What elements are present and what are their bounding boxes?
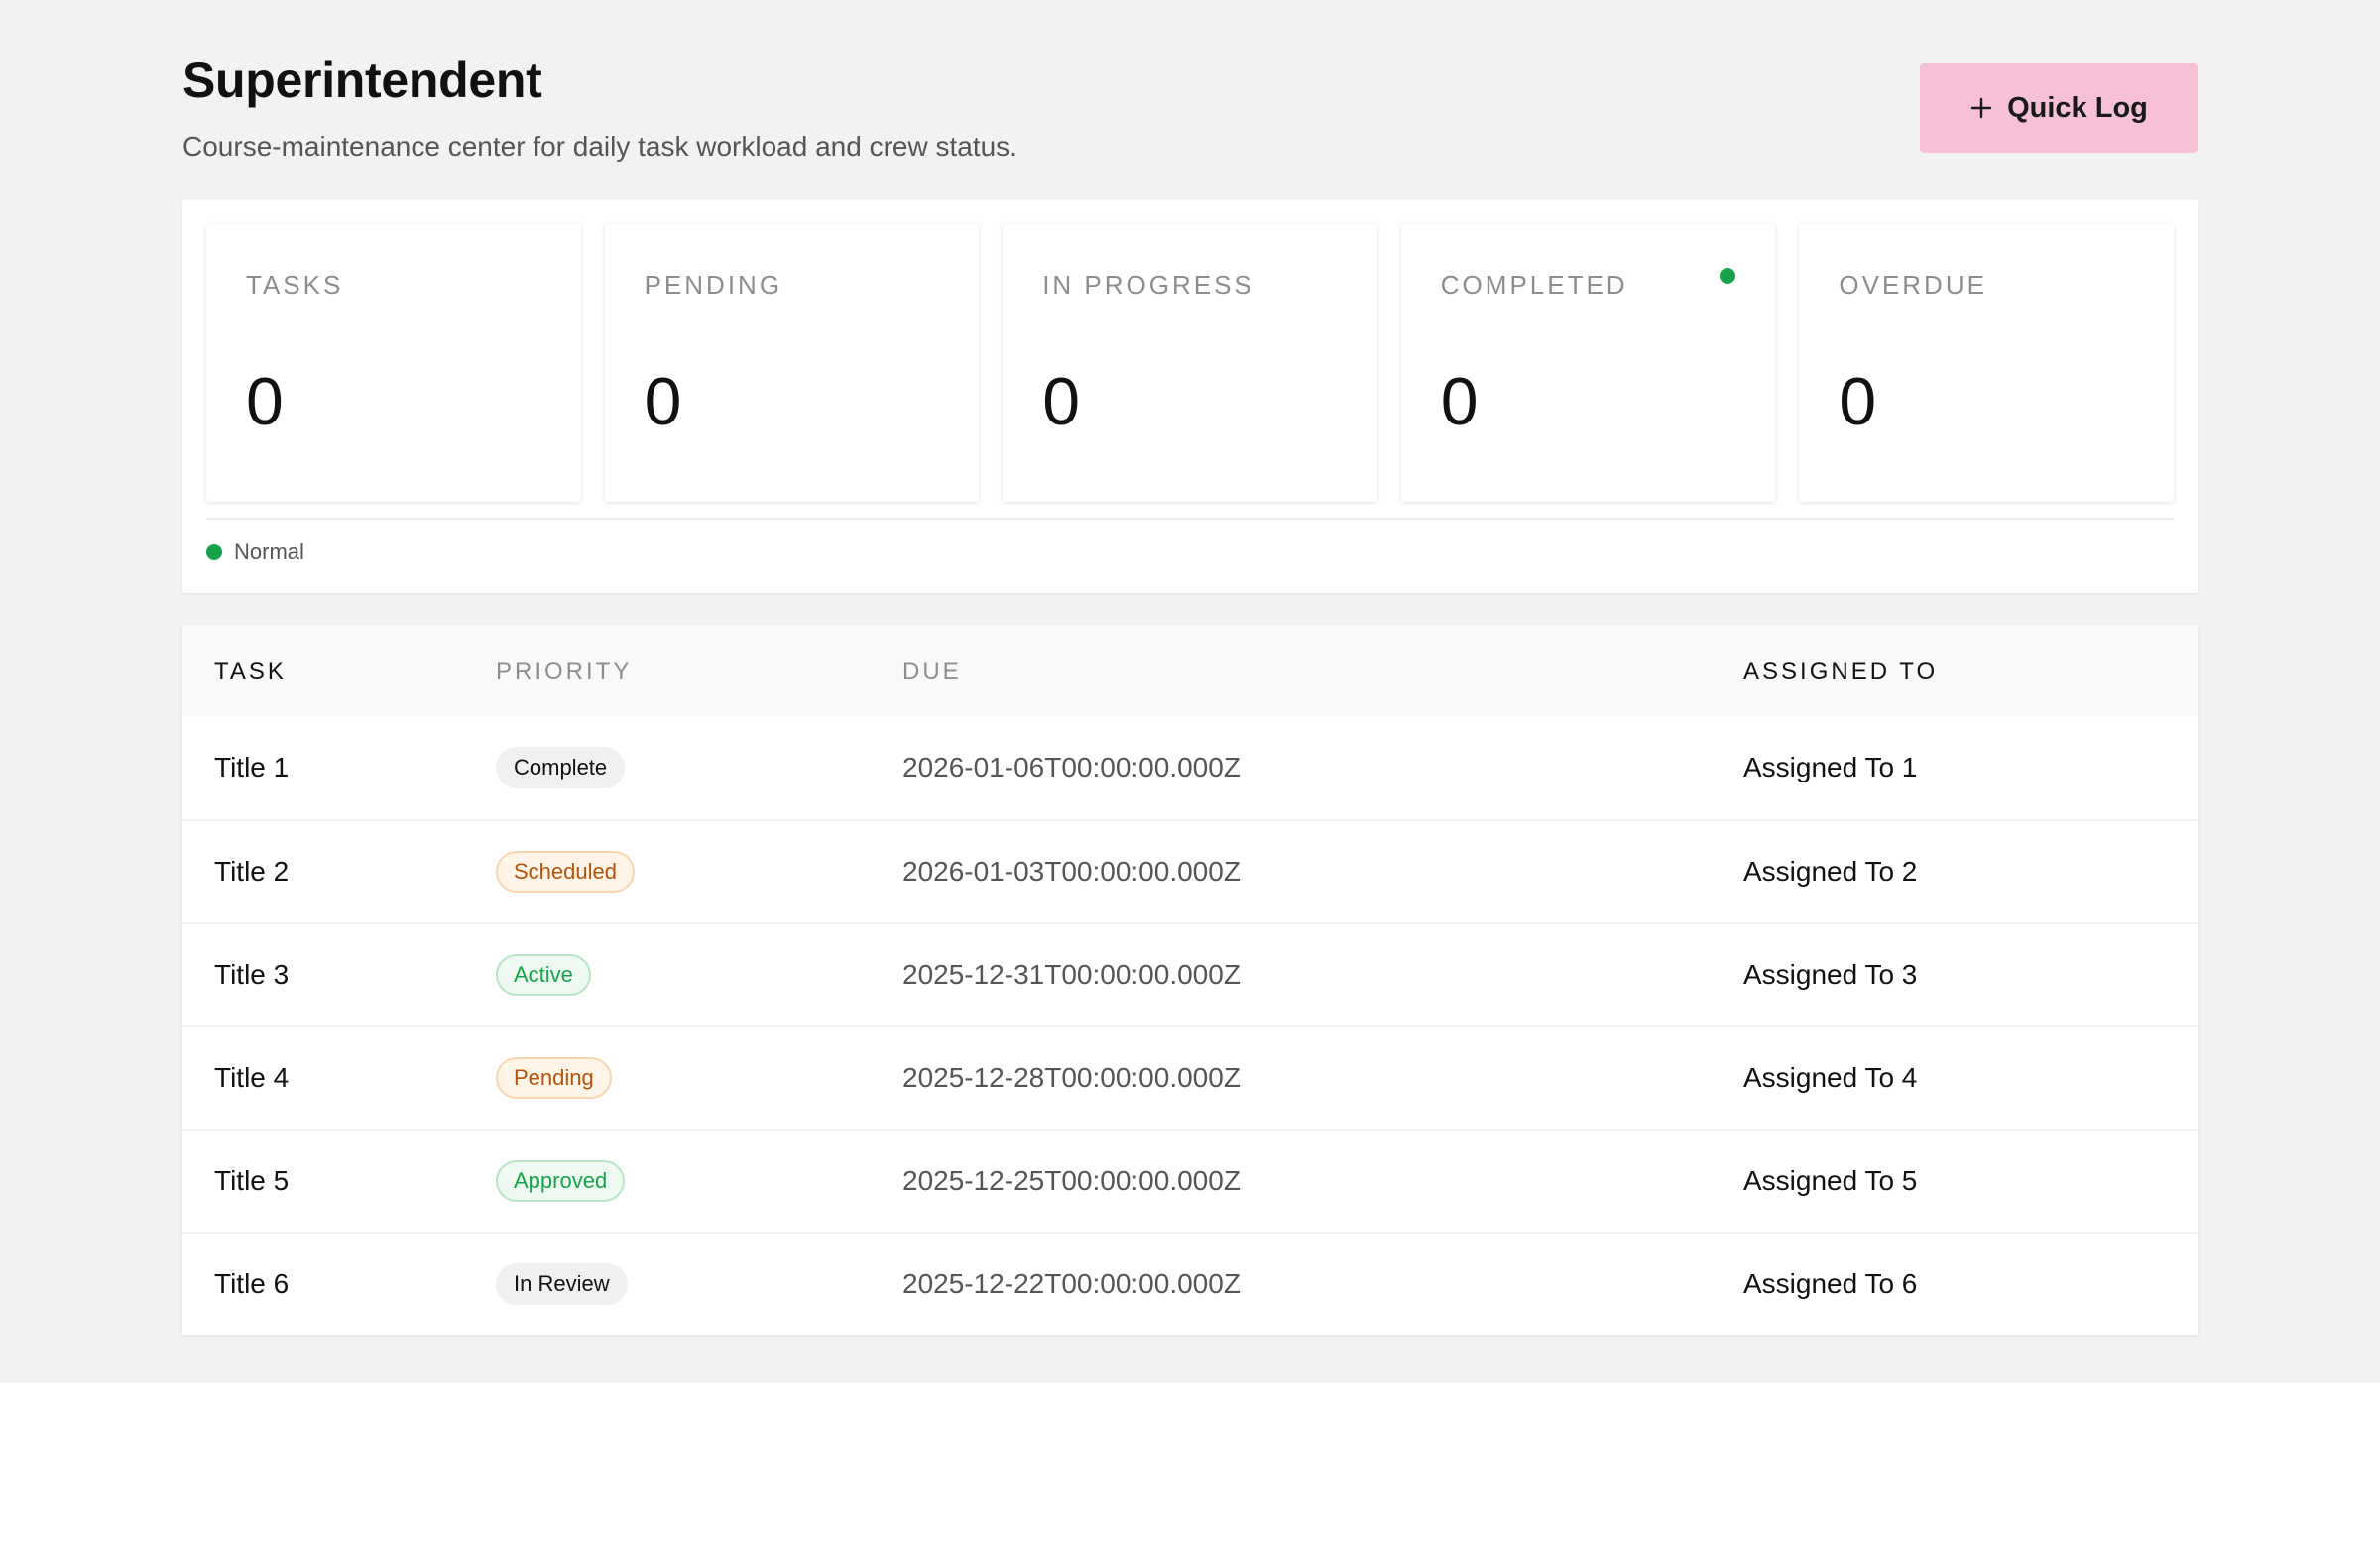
status-legend: Normal bbox=[206, 540, 304, 565]
stat-value: 0 bbox=[246, 364, 284, 439]
due-cell: 2026-01-06T00:00:00.000Z bbox=[902, 752, 1241, 782]
stat-card-in-progress: IN PROGRESS 0 bbox=[1003, 224, 1377, 502]
priority-cell: In Review bbox=[496, 1263, 628, 1305]
divider bbox=[206, 518, 2174, 520]
table-header: TASK PRIORITY DUE ASSIGNED TO bbox=[182, 625, 2198, 716]
table-row[interactable]: Title 4 Pending 2025-12-28T00:00:00.000Z… bbox=[182, 1025, 2198, 1129]
stat-label: OVERDUE bbox=[1839, 270, 1987, 300]
due-cell: 2025-12-22T00:00:00.000Z bbox=[902, 1268, 1241, 1299]
table-row[interactable]: Title 5 Approved 2025-12-25T00:00:00.000… bbox=[182, 1129, 2198, 1232]
due-cell: 2026-01-03T00:00:00.000Z bbox=[902, 856, 1241, 887]
column-header-priority[interactable]: PRIORITY bbox=[496, 659, 632, 686]
priority-badge: Scheduled bbox=[496, 851, 635, 893]
priority-cell: Pending bbox=[496, 1057, 612, 1099]
column-header-task[interactable]: TASK bbox=[214, 659, 287, 686]
stat-value: 0 bbox=[1440, 364, 1479, 439]
due-cell: 2025-12-31T00:00:00.000Z bbox=[902, 959, 1241, 990]
table-row[interactable]: Title 2 Scheduled 2026-01-03T00:00:00.00… bbox=[182, 819, 2198, 922]
priority-cell: Approved bbox=[496, 1160, 626, 1202]
table-row[interactable]: Title 1 Complete 2026-01-06T00:00:00.000… bbox=[182, 716, 2198, 819]
task-cell: Title 3 bbox=[214, 959, 290, 990]
table-row[interactable]: Title 3 Active 2025-12-31T00:00:00.000Z … bbox=[182, 922, 2198, 1025]
table-body: Title 1 Complete 2026-01-06T00:00:00.000… bbox=[182, 716, 2198, 1335]
stat-value: 0 bbox=[1839, 364, 1877, 439]
task-cell: Title 1 bbox=[214, 752, 290, 782]
main-container: Superintendent Course-maintenance center… bbox=[182, 0, 2198, 1335]
stats-panel: TASKS 0 PENDING 0 IN PROGRESS 0 COMPLETE… bbox=[182, 200, 2198, 593]
stat-label: TASKS bbox=[246, 270, 344, 300]
stat-card-tasks: TASKS 0 bbox=[206, 224, 581, 502]
page-title: Superintendent bbox=[182, 53, 542, 108]
task-cell: Title 4 bbox=[214, 1062, 290, 1093]
priority-badge: Approved bbox=[496, 1160, 626, 1202]
assigned-cell: Assigned To 1 bbox=[1743, 752, 1918, 782]
stat-card-completed: COMPLETED 0 bbox=[1400, 224, 1776, 502]
stat-card-overdue: OVERDUE 0 bbox=[1799, 224, 2174, 502]
assigned-cell: Assigned To 5 bbox=[1743, 1165, 1918, 1196]
priority-badge: Pending bbox=[496, 1057, 612, 1099]
task-cell: Title 5 bbox=[214, 1165, 290, 1196]
task-cell: Title 6 bbox=[214, 1268, 290, 1299]
stat-card-pending: PENDING 0 bbox=[604, 224, 980, 502]
quick-log-button[interactable]: Quick Log bbox=[1920, 63, 2198, 153]
stat-value: 0 bbox=[644, 364, 682, 439]
stat-value: 0 bbox=[1042, 364, 1081, 439]
task-table: TASK PRIORITY DUE ASSIGNED TO Title 1 Co… bbox=[182, 625, 2198, 1335]
due-cell: 2025-12-25T00:00:00.000Z bbox=[902, 1165, 1241, 1196]
stat-label: PENDING bbox=[644, 270, 783, 300]
due-cell: 2025-12-28T00:00:00.000Z bbox=[902, 1062, 1241, 1093]
priority-badge: Complete bbox=[496, 747, 626, 788]
status-dot-icon bbox=[1720, 268, 1736, 284]
plus-icon bbox=[1970, 97, 1992, 119]
column-header-due[interactable]: DUE bbox=[902, 659, 962, 686]
page-subtitle: Course-maintenance center for daily task… bbox=[182, 131, 1017, 162]
stat-cards: TASKS 0 PENDING 0 IN PROGRESS 0 COMPLETE… bbox=[206, 224, 2174, 502]
column-header-assigned-to[interactable]: ASSIGNED TO bbox=[1743, 659, 1938, 686]
assigned-cell: Assigned To 6 bbox=[1743, 1268, 1918, 1299]
legend-dot-icon bbox=[206, 544, 222, 560]
quick-log-label: Quick Log bbox=[2007, 91, 2148, 124]
assigned-cell: Assigned To 3 bbox=[1743, 959, 1918, 990]
priority-cell: Complete bbox=[496, 747, 626, 788]
priority-cell: Scheduled bbox=[496, 851, 635, 893]
priority-badge: In Review bbox=[496, 1263, 628, 1305]
task-cell: Title 2 bbox=[214, 856, 290, 887]
stat-label: COMPLETED bbox=[1440, 270, 1628, 300]
table-row[interactable]: Title 6 In Review 2025-12-22T00:00:00.00… bbox=[182, 1232, 2198, 1335]
priority-cell: Active bbox=[496, 954, 591, 996]
assigned-cell: Assigned To 2 bbox=[1743, 856, 1918, 887]
page-header: Superintendent Course-maintenance center… bbox=[182, 0, 2198, 198]
stat-label: IN PROGRESS bbox=[1042, 270, 1254, 300]
legend-label: Normal bbox=[234, 540, 304, 564]
priority-badge: Active bbox=[496, 954, 591, 996]
assigned-cell: Assigned To 4 bbox=[1743, 1062, 1918, 1093]
